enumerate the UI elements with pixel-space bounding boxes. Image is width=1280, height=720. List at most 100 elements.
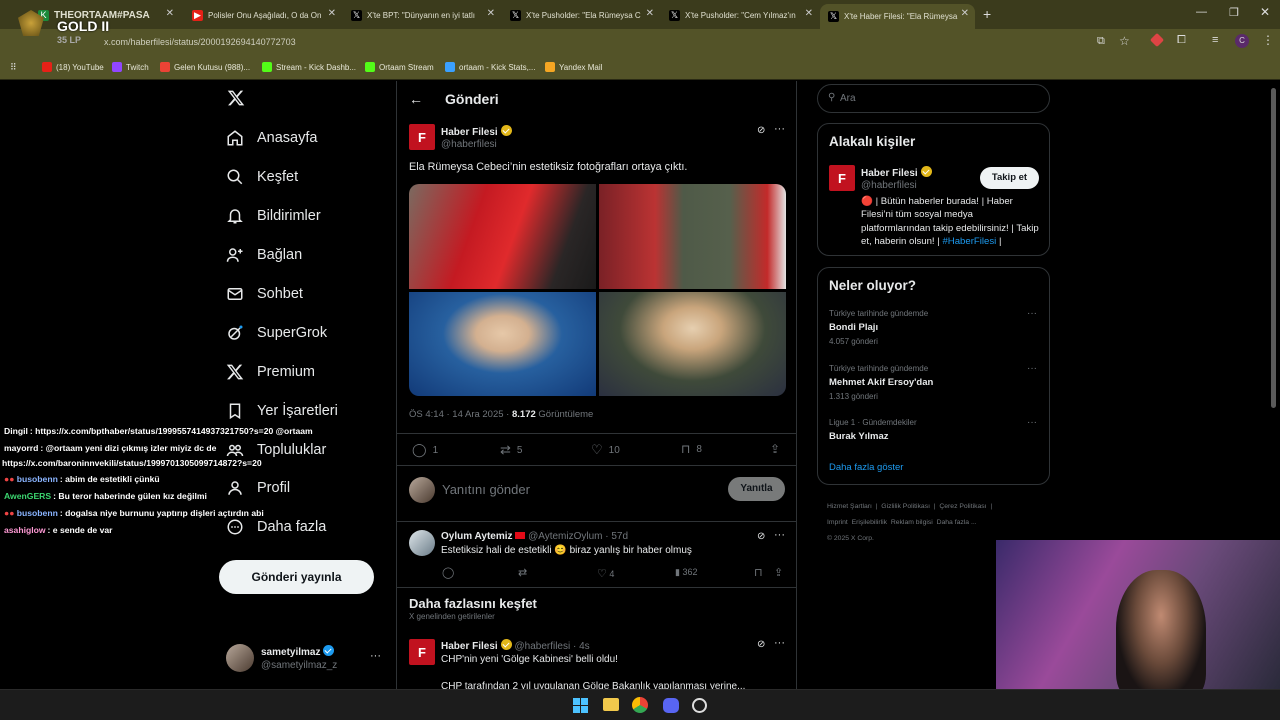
sidebar-item-home[interactable]: Anasayfa (226, 129, 317, 147)
bookmark-kick-dashboard[interactable]: Stream - Kick Dashb... (262, 62, 356, 72)
discord-icon[interactable] (663, 698, 679, 713)
sidebar-item-supergrok[interactable]: SuperGrok (226, 324, 327, 342)
new-tab-icon[interactable]: + (983, 6, 991, 22)
haber-filesi-avatar[interactable]: F (409, 124, 435, 150)
star-icon[interactable]: ☆ (1119, 34, 1130, 48)
post-author-name[interactable]: Haber Filesi (441, 125, 512, 138)
sidebar-item-premium[interactable]: Premium (226, 363, 315, 381)
media-image-4[interactable] (599, 292, 786, 396)
sidebar-item-notifications[interactable]: Bildirimler (226, 207, 321, 225)
more-icon[interactable]: ··· (1027, 308, 1037, 319)
avatar[interactable] (409, 530, 435, 556)
search-icon: ⚲ (828, 92, 836, 103)
file-explorer-icon[interactable] (603, 698, 619, 711)
next-post-text: CHP'nin yeni 'Gölge Kabinesi' belli oldu… (441, 654, 618, 665)
bookmark-icon[interactable]: ⊓ (754, 566, 763, 579)
install-icon[interactable]: ⧉ (1097, 35, 1105, 48)
extension-icon[interactable] (1149, 32, 1165, 48)
more-icon[interactable]: ··· (774, 123, 785, 135)
sidebar-item-bookmarks[interactable]: Yer İşaretleri (226, 402, 338, 420)
close-window-icon[interactable]: ✕ (1260, 5, 1270, 19)
media-image-1[interactable] (409, 184, 596, 289)
scrollbar[interactable] (1271, 88, 1276, 408)
account-more-icon[interactable]: ··· (370, 650, 381, 662)
gold-rank-emblem-icon (18, 10, 44, 36)
puzzle-icon[interactable]: ⧠ (1177, 34, 1186, 47)
sidebar-item-connect[interactable]: Bağlan (226, 246, 302, 264)
repost-icon[interactable]: ⇄ (518, 566, 527, 579)
tab-3[interactable]: 𝕏 X'te BPT: "Dünyanın en iyi tatlı ✕ (343, 4, 501, 26)
search-box[interactable]: ⚲ Ara (817, 84, 1050, 113)
more-icon[interactable]: ··· (774, 637, 785, 649)
post-button[interactable]: Gönderi yayınla (219, 560, 374, 594)
close-icon[interactable]: ✕ (646, 8, 654, 19)
discover-subtitle: X genelinden getirilenler (409, 612, 495, 621)
account-handle: @sametyilmaz_z (261, 660, 338, 671)
grok-icon[interactable]: ⊘ (757, 531, 765, 542)
share-icon[interactable]: ⇪ (770, 442, 780, 456)
post-timestamp: ÖS 4:14 · 14 Ara 2025 · 8.172 Görüntülem… (409, 409, 594, 420)
follow-button[interactable]: Takip et (980, 167, 1039, 189)
haber-filesi-avatar[interactable]: F (409, 639, 435, 665)
sidebar-item-messages[interactable]: Sohbet (226, 285, 303, 303)
post-author-handle[interactable]: @haberfilesi (441, 139, 497, 150)
sidebar-item-communities[interactable]: Topluluklar (226, 441, 326, 459)
related-name[interactable]: Haber Filesi (861, 166, 932, 179)
sidebar-item-explore[interactable]: Keşfet (226, 168, 298, 186)
related-handle[interactable]: @haberfilesi (861, 180, 917, 191)
more-icon[interactable]: ··· (1027, 363, 1037, 374)
reply-action[interactable]: ◯ 1 (412, 442, 438, 458)
grok-icon[interactable]: ⊘ (757, 639, 765, 650)
bookmark-twitch[interactable]: Twitch (112, 62, 149, 72)
reply-author[interactable]: Oylum Aytemiz @AytemizOylum · 57d (441, 531, 628, 542)
close-icon[interactable]: ✕ (805, 8, 813, 19)
grok-icon[interactable]: ⊘ (757, 125, 765, 136)
media-icon[interactable]: ≡ (1212, 34, 1218, 46)
tab-4[interactable]: 𝕏 X'te Pusholder: "Ela Rümeysa C ✕ (502, 4, 660, 26)
sidebar-item-profile[interactable]: Profil (226, 479, 290, 497)
twitch-icon (112, 62, 122, 72)
bookmark-gmail[interactable]: Gelen Kutusu (988)... (160, 62, 250, 72)
restore-icon[interactable]: ❐ (1229, 6, 1239, 19)
search-input[interactable]: Ara (840, 93, 856, 104)
menu-icon[interactable]: ⋮ (1262, 33, 1274, 47)
haber-filesi-avatar[interactable]: F (829, 165, 855, 191)
bookmark-yandex-mail[interactable]: Yandex Mail (545, 62, 602, 72)
tab-6-active[interactable]: 𝕏 X'te Haber Filesi: "Ela Rümeysa ✕ (820, 4, 975, 29)
back-arrow-icon[interactable]: ← (409, 91, 423, 107)
rank-label: GOLD II (57, 18, 110, 34)
app-icon[interactable] (692, 698, 707, 713)
reply-input[interactable]: Yanıtını gönder (442, 482, 530, 497)
media-image-3[interactable] (409, 292, 596, 396)
close-icon[interactable]: ✕ (166, 8, 174, 19)
show-more-link[interactable]: Daha fazla göster (829, 462, 903, 473)
sidebar-item-more[interactable]: Daha fazla (226, 518, 326, 536)
next-post-author[interactable]: Haber Filesi @haberfilesi · 4s (441, 639, 590, 652)
reply-icon[interactable]: ◯ (442, 566, 454, 579)
minimize-icon[interactable]: — (1196, 6, 1207, 18)
url-field[interactable]: x.com/haberfilesi/status/200019269414077… (104, 37, 296, 47)
x-logo-icon[interactable] (227, 89, 245, 112)
share-icon[interactable]: ⇪ (774, 566, 783, 579)
profile-avatar-icon[interactable]: C (1235, 34, 1249, 48)
chrome-icon[interactable] (632, 697, 648, 713)
windows-start-icon[interactable] (573, 698, 588, 713)
close-icon[interactable]: ✕ (328, 8, 336, 19)
like-action[interactable]: ♡ 4 (597, 567, 614, 580)
reply-button[interactable]: Yanıtla (728, 477, 785, 501)
tab-2[interactable]: ▶ Polisler Onu Aşağıladı, O da On ✕ (184, 4, 342, 26)
views-action[interactable]: ▮ 362 (675, 567, 698, 578)
close-icon[interactable]: ✕ (487, 8, 495, 19)
tab-5[interactable]: 𝕏 X'te Pusholder: "Cem Yılmaz'ın ✕ (661, 4, 819, 26)
bookmark-ortaam-stream[interactable]: Ortaam Stream (365, 62, 434, 72)
bookmark-kick-stats[interactable]: ortaam - Kick Stats,... (445, 62, 535, 72)
media-image-2[interactable] (599, 184, 786, 289)
lp-label: 35 LP (57, 35, 82, 45)
bookmark-action[interactable]: ⊓ 8 (681, 442, 702, 456)
close-icon[interactable]: ✕ (961, 8, 969, 19)
like-action[interactable]: ♡ 10 (591, 442, 620, 458)
more-icon[interactable]: ··· (774, 529, 785, 541)
more-icon[interactable]: ··· (1027, 417, 1037, 428)
repost-action[interactable]: ⇄ 5 (500, 442, 522, 458)
avatar[interactable] (226, 644, 254, 672)
